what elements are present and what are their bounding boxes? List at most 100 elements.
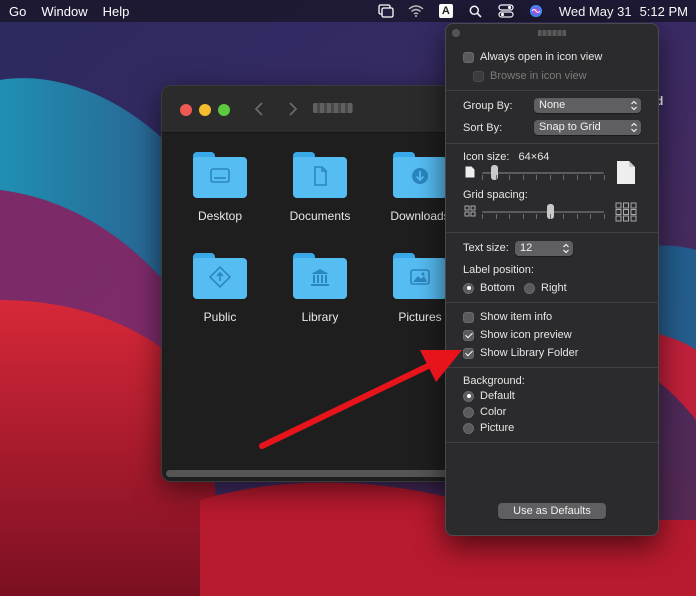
background-default-row[interactable]: Default [463, 388, 515, 404]
always-open-icon-view-row[interactable]: Always open in icon view [463, 49, 602, 65]
screen-mirroring-icon[interactable] [375, 0, 397, 22]
show-library-folder-checkbox[interactable] [463, 347, 474, 359]
menu-window[interactable]: Window [41, 4, 87, 19]
chevron-right-icon[interactable] [282, 99, 302, 119]
sort-by-select[interactable]: Snap to Grid [534, 120, 641, 135]
slider-tick [604, 175, 605, 180]
close-button[interactable] [180, 104, 192, 116]
file-item-public[interactable]: Public [175, 253, 265, 324]
icon-size-value: 64×64 [518, 151, 550, 163]
chevron-updown-icon [631, 100, 637, 111]
file-label: Desktop [197, 209, 243, 223]
grid-spacing-slider[interactable] [482, 211, 604, 213]
slider-tick [536, 214, 537, 219]
slider-tick [563, 175, 564, 180]
background-picture-row[interactable]: Picture [463, 420, 514, 436]
show-item-info-label: Show item info [480, 311, 553, 323]
wifi-icon[interactable] [405, 0, 427, 22]
large-document-icon [617, 161, 635, 184]
file-item-desktop[interactable]: Desktop [175, 152, 265, 223]
slider-tick [523, 175, 524, 180]
show-item-info-checkbox[interactable] [463, 311, 474, 323]
menu-go[interactable]: Go [9, 4, 26, 19]
file-item-library[interactable]: Library [275, 253, 365, 324]
slider-tick [550, 214, 551, 219]
divider [446, 232, 658, 233]
slider-tick [509, 175, 510, 180]
label-position-bottom-radio[interactable] [463, 282, 474, 294]
control-center-icon[interactable] [495, 0, 517, 22]
show-icon-preview-row[interactable]: Show icon preview [463, 327, 572, 343]
chevron-updown-icon [631, 122, 637, 133]
group-by-value: None [539, 99, 566, 111]
divider [446, 143, 658, 144]
minimize-button[interactable] [199, 104, 211, 116]
horizontal-scrollbar[interactable] [166, 470, 458, 477]
text-size-label: Text size: [463, 242, 509, 254]
show-library-folder-row[interactable]: Show Library Folder [463, 345, 578, 361]
downloads-folder-icon [393, 152, 447, 198]
slider-tick [523, 214, 524, 219]
label-position-label: Label position: [463, 264, 534, 276]
always-open-icon-view-checkbox[interactable] [463, 51, 474, 63]
spotlight-search-icon[interactable] [465, 0, 487, 22]
label-position-bottom-row[interactable]: Bottom [463, 280, 515, 296]
slider-tick [496, 214, 497, 219]
icon-size-slider[interactable] [482, 172, 604, 174]
file-label: Documents [289, 209, 351, 223]
menubar-time[interactable]: 5:12 PM [640, 4, 688, 19]
file-label: Public [203, 310, 237, 324]
always-open-icon-view-label: Always open in icon view [480, 51, 603, 63]
label-position-right-row[interactable]: Right [524, 280, 567, 296]
browse-icon-view-row: Browse in icon view [473, 68, 587, 84]
slider-tick [590, 175, 591, 180]
menubar-date[interactable]: Wed May 31 [559, 4, 632, 19]
panel-close-button[interactable] [452, 29, 460, 37]
divider [446, 90, 658, 91]
menu-help[interactable]: Help [103, 4, 130, 19]
slider-tick [496, 175, 497, 180]
use-as-defaults-button[interactable]: Use as Defaults [498, 503, 606, 519]
background-picture-radio[interactable] [463, 422, 474, 434]
show-icon-preview-label: Show icon preview [480, 329, 572, 341]
group-by-select[interactable]: None [534, 98, 641, 113]
icon-size-label: Icon size: [463, 151, 510, 163]
slider-tick [563, 214, 564, 219]
slider-tick [536, 175, 537, 180]
text-size-value: 12 [520, 242, 533, 254]
text-size-select[interactable]: 12 [515, 241, 573, 256]
public-folder-icon [193, 253, 247, 299]
zoom-button[interactable] [218, 104, 230, 116]
show-item-info-row[interactable]: Show item info [463, 309, 552, 325]
divider [446, 302, 658, 303]
input-source-icon[interactable]: A [435, 0, 457, 22]
desktop-folder-icon [193, 152, 247, 198]
background-color-radio[interactable] [463, 406, 474, 418]
tight-grid-icon [464, 205, 476, 217]
divider [446, 442, 658, 443]
slider-tick [482, 214, 483, 219]
icon-size-row: Icon size: 64×64 [463, 151, 549, 163]
slider-tick [482, 175, 483, 180]
chevron-left-icon[interactable] [250, 99, 270, 119]
show-icon-preview-checkbox[interactable] [463, 329, 474, 341]
background-default-radio[interactable] [463, 390, 474, 402]
file-label: Library [301, 310, 339, 324]
sort-by-label: Sort By: [463, 122, 503, 134]
file-item-documents[interactable]: Documents [275, 152, 365, 223]
label-position-bottom-label: Bottom [480, 282, 515, 294]
library-folder-icon [293, 253, 347, 299]
panel-title-redacted [538, 30, 566, 36]
show-library-folder-label: Show Library Folder [480, 347, 579, 359]
slider-tick [590, 214, 591, 219]
grid-spacing-label: Grid spacing: [463, 189, 528, 201]
label-position-right-radio[interactable] [524, 282, 535, 294]
window-title-redacted [313, 103, 353, 113]
siri-icon[interactable] [525, 0, 547, 22]
slider-tick [577, 175, 578, 180]
menu-bar: Go Window Help A Wed May 31 5:12 PM [0, 0, 696, 22]
slider-tick [509, 214, 510, 219]
background-label: Background: [463, 375, 525, 387]
background-color-row[interactable]: Color [463, 404, 506, 420]
background-default-label: Default [480, 390, 515, 402]
